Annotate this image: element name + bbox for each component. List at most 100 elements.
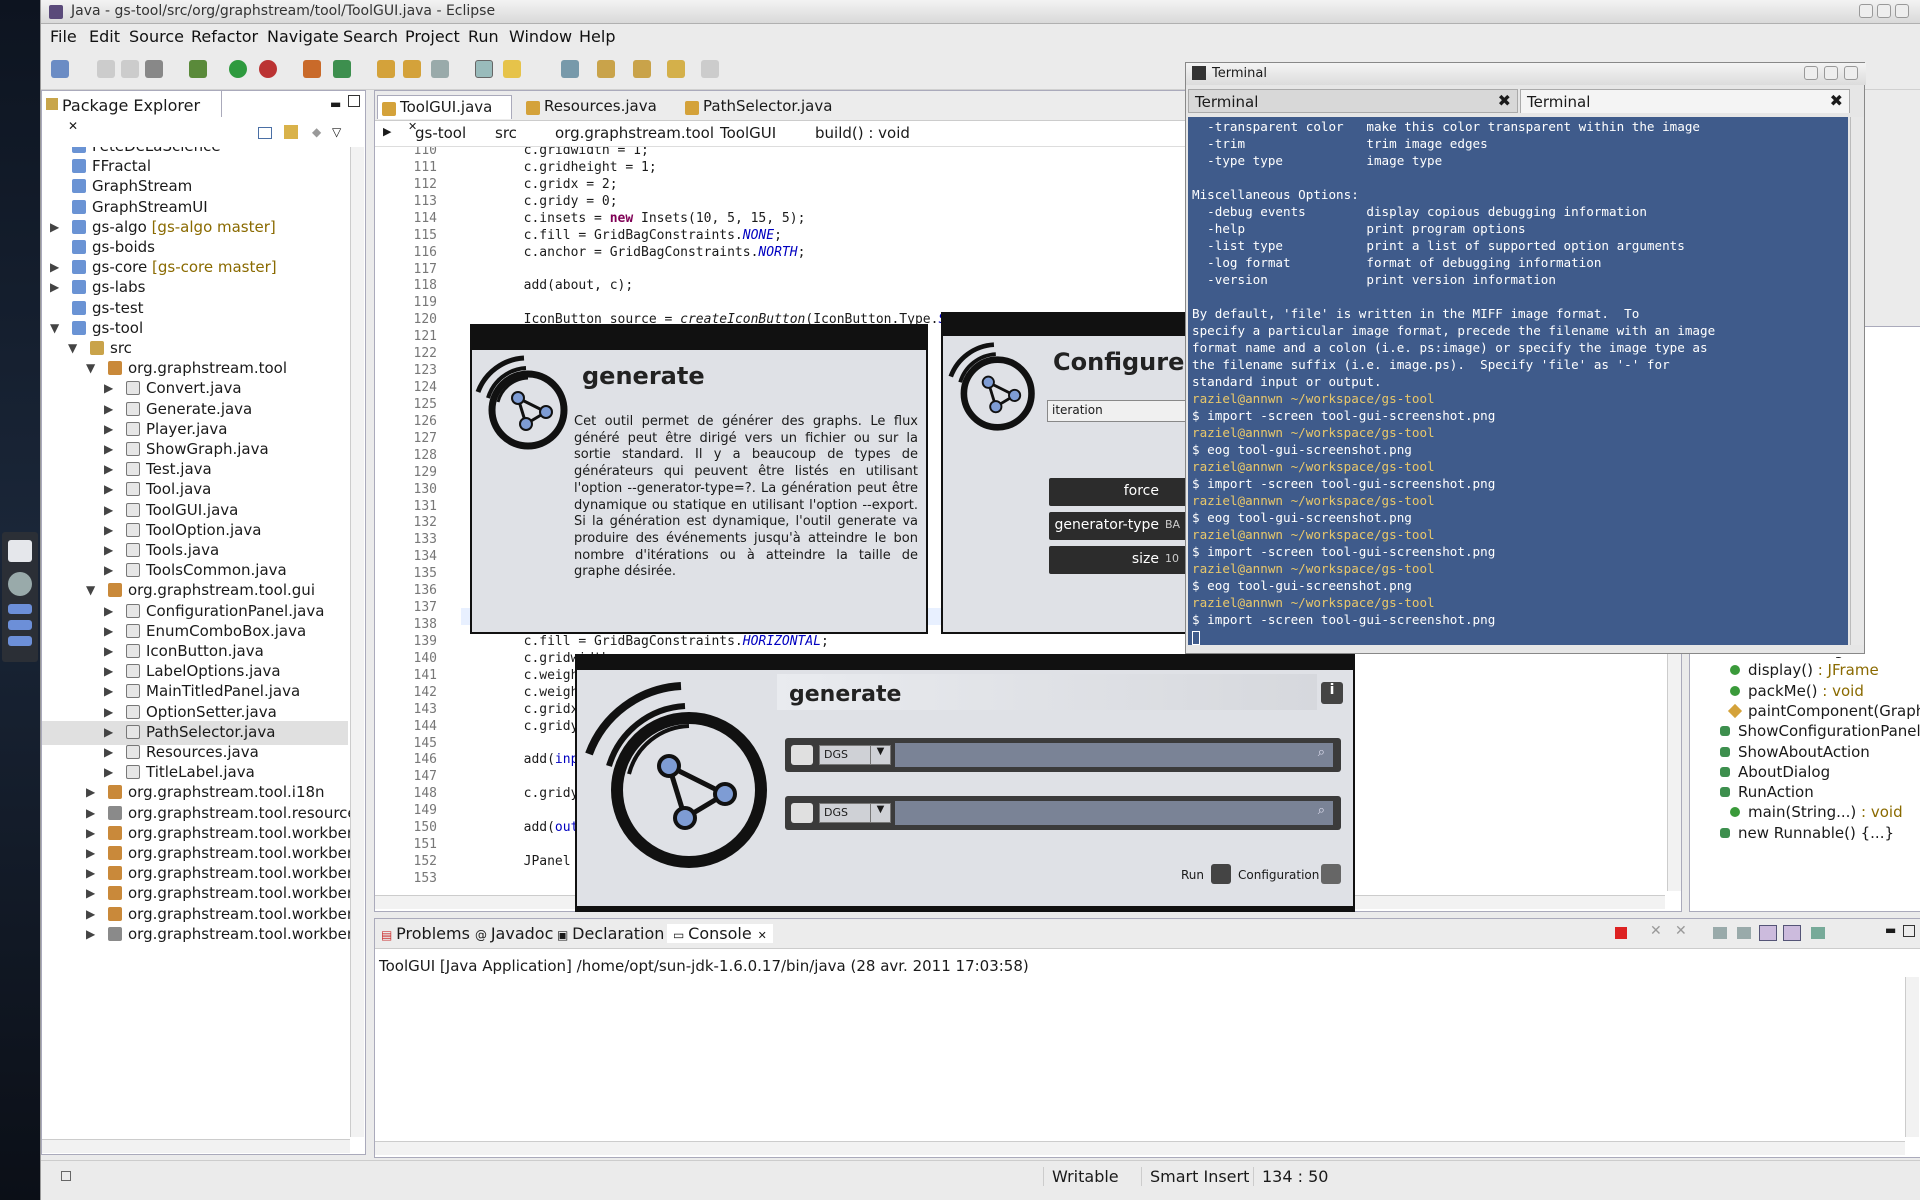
- remove-launch-icon[interactable]: ✕: [1650, 923, 1662, 939]
- outline-item[interactable]: new Runnable() {...}: [1720, 824, 1894, 842]
- collapsed-arrow-icon[interactable]: ▶: [104, 684, 114, 698]
- show-console-icon[interactable]: [1759, 925, 1777, 941]
- collapsed-arrow-icon[interactable]: ▶: [104, 644, 114, 658]
- search-icon[interactable]: [431, 60, 449, 78]
- breadcrumb-project[interactable]: gs-tool: [415, 124, 466, 142]
- collapse-all-icon[interactable]: [258, 127, 272, 139]
- pin-console-icon[interactable]: [1783, 925, 1801, 941]
- print-icon[interactable]: [145, 60, 163, 78]
- tab-resources[interactable]: Resources.java: [522, 95, 672, 119]
- external-tools-icon[interactable]: [259, 60, 277, 78]
- outline-item[interactable]: paintComponent(Graphic: [1727, 702, 1920, 720]
- collapsed-arrow-icon[interactable]: ▶: [50, 260, 60, 274]
- search-icon[interactable]: ⌕: [1318, 803, 1325, 818]
- menu-project[interactable]: Project: [405, 27, 460, 46]
- option-size[interactable]: size 10: [1049, 546, 1189, 574]
- chevron-down-icon[interactable]: ▼: [870, 804, 890, 822]
- close-tab-icon[interactable]: ✖: [1498, 91, 1511, 110]
- collapsed-arrow-icon[interactable]: ▶: [104, 563, 114, 577]
- close-tab-icon[interactable]: ✖: [1830, 91, 1843, 110]
- package-scrollbar[interactable]: [350, 147, 364, 1137]
- back-icon[interactable]: [667, 60, 685, 78]
- console-hscrollbar[interactable]: [375, 1141, 1905, 1155]
- collapsed-arrow-icon[interactable]: ▶: [104, 725, 114, 739]
- dock-item-window-2[interactable]: [8, 620, 32, 630]
- menu-navigate[interactable]: Navigate: [267, 27, 339, 46]
- outline-item[interactable]: createConfigurationPane: [1730, 657, 1920, 659]
- collapsed-arrow-icon[interactable]: ▶: [86, 785, 96, 799]
- collapsed-arrow-icon[interactable]: ▶: [50, 280, 60, 294]
- output-path-field[interactable]: ⌕: [895, 801, 1333, 825]
- menu-edit[interactable]: Edit: [89, 27, 120, 46]
- new-icon[interactable]: [51, 60, 69, 78]
- collapsed-arrow-icon[interactable]: ▶: [86, 866, 96, 880]
- toggle-mark-occurrences-icon[interactable]: [475, 60, 493, 78]
- menu-source[interactable]: Source: [129, 27, 184, 46]
- terminal-tab-1[interactable]: Terminal ✖: [1188, 89, 1518, 113]
- collapsed-arrow-icon[interactable]: ▶: [104, 664, 114, 678]
- outline-item[interactable]: display() : JFrame: [1730, 661, 1879, 679]
- configure-combo[interactable]: iteration: [1047, 400, 1189, 422]
- info-icon[interactable]: i: [1321, 682, 1343, 704]
- focus-icon[interactable]: ◆: [312, 125, 321, 139]
- tree-item[interactable]: ▶ org.graphstream.tool.workbenc: [42, 923, 350, 947]
- dock-item-white[interactable]: [8, 540, 32, 562]
- collapsed-arrow-icon[interactable]: ▶: [86, 927, 96, 941]
- debug-icon[interactable]: [189, 60, 207, 78]
- source-icon[interactable]: [791, 745, 813, 765]
- run-button[interactable]: [1211, 864, 1231, 884]
- collapsed-arrow-icon[interactable]: ▶: [104, 503, 114, 517]
- collapsed-arrow-icon[interactable]: ▶: [104, 765, 114, 779]
- sink-icon[interactable]: [791, 803, 813, 823]
- output-format-combo[interactable]: DGS ▼: [819, 803, 891, 823]
- dock-item-window-3[interactable]: [8, 636, 32, 646]
- input-path-field[interactable]: ⌕: [895, 743, 1333, 767]
- save-all-icon[interactable]: [121, 60, 139, 78]
- view-menu-icon[interactable]: ▽: [332, 125, 341, 139]
- save-icon[interactable]: [97, 60, 115, 78]
- menu-run[interactable]: Run: [468, 27, 499, 46]
- minimize-button[interactable]: [1859, 4, 1873, 18]
- dock-item-window-1[interactable]: [8, 604, 32, 614]
- close-tab-icon[interactable]: ✕: [758, 929, 767, 942]
- collapsed-arrow-icon[interactable]: ▶: [104, 705, 114, 719]
- maximize-view-icon[interactable]: [348, 95, 360, 107]
- breadcrumb-package[interactable]: org.graphstream.tool: [555, 124, 714, 142]
- collapsed-arrow-icon[interactable]: ▶: [104, 624, 114, 638]
- breadcrumb-src[interactable]: src: [495, 124, 517, 142]
- package-explorer-tab[interactable]: Package Explorer ✕: [42, 91, 222, 133]
- collapsed-arrow-icon[interactable]: ▶: [104, 402, 114, 416]
- minimize-view-icon[interactable]: ▬: [1885, 923, 1896, 937]
- forward-icon[interactable]: [701, 60, 719, 78]
- previous-annotation-icon[interactable]: [633, 60, 651, 78]
- terminal-output[interactable]: -transparent color make this color trans…: [1188, 117, 1848, 645]
- collapsed-arrow-icon[interactable]: ▶: [104, 745, 114, 759]
- breadcrumb-class[interactable]: ToolGUI: [720, 124, 776, 142]
- outline-item[interactable]: RunAction: [1720, 783, 1814, 801]
- collapsed-arrow-icon[interactable]: ▶: [104, 442, 114, 456]
- collapsed-arrow-icon[interactable]: ▶: [50, 220, 60, 234]
- collapsed-arrow-icon[interactable]: ▶: [104, 604, 114, 618]
- close-tab-icon[interactable]: ✕: [68, 119, 78, 133]
- breadcrumb-method[interactable]: build() : void: [815, 124, 910, 142]
- maximize-button[interactable]: [1877, 4, 1891, 18]
- expanded-arrow-icon[interactable]: ▼: [86, 361, 96, 375]
- next-annotation-icon[interactable]: [597, 60, 615, 78]
- menu-help[interactable]: Help: [579, 27, 615, 46]
- terminal-maximize-button[interactable]: [1824, 66, 1838, 80]
- collapsed-arrow-icon[interactable]: ▶: [86, 826, 96, 840]
- expanded-arrow-icon[interactable]: ▼: [68, 341, 78, 355]
- tab-problems[interactable]: ▤ Problems: [381, 924, 470, 943]
- outline-item[interactable]: packMe() : void: [1730, 682, 1864, 700]
- collapsed-arrow-icon[interactable]: ▶: [104, 543, 114, 557]
- highlight-icon[interactable]: [503, 60, 521, 78]
- dock-item-camera-icon[interactable]: [8, 572, 32, 596]
- search-icon[interactable]: ⌕: [1318, 745, 1325, 760]
- terminal-close-button[interactable]: [1844, 66, 1858, 80]
- outline-item[interactable]: ShowConfigurationPanel: [1720, 722, 1920, 740]
- close-window-button[interactable]: [1895, 4, 1909, 18]
- configuration-button[interactable]: [1321, 864, 1341, 884]
- clear-console-icon[interactable]: [1713, 927, 1727, 939]
- tab-pathselector[interactable]: PathSelector.java: [681, 95, 851, 119]
- run-icon[interactable]: [229, 60, 247, 78]
